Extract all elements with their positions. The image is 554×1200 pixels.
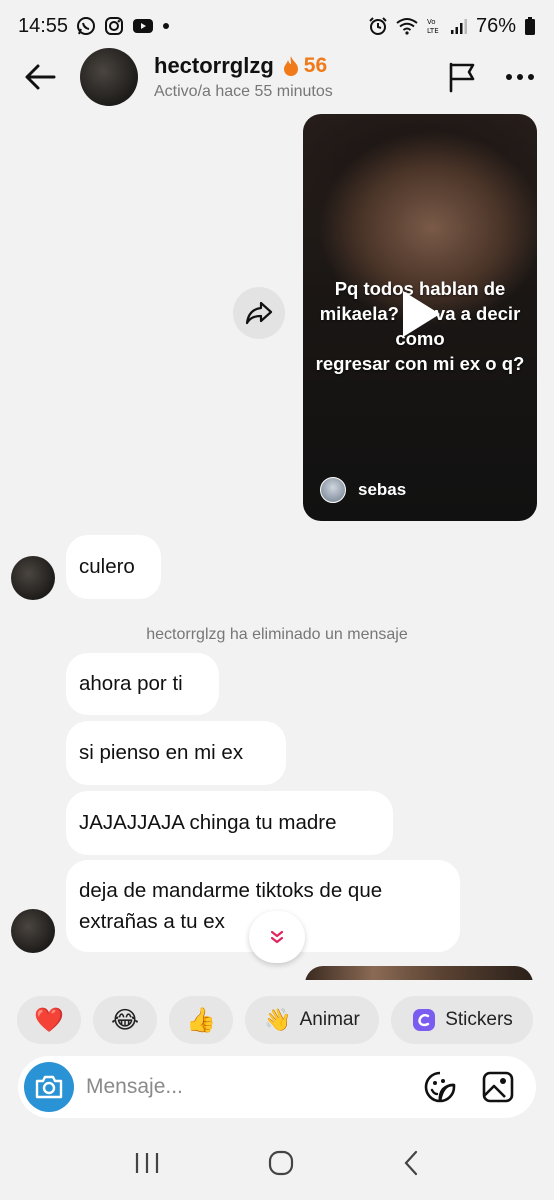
status-time: 14:55 [18, 14, 69, 37]
flag-icon [449, 62, 475, 93]
chat-header: hectorrglzg 56 Activo/a hace 55 minutos [0, 40, 554, 114]
system-nav-bar [0, 1130, 554, 1200]
svg-text:Vo: Vo [427, 18, 436, 26]
camera-icon [35, 1075, 63, 1099]
sticker-picker-button[interactable] [420, 1067, 460, 1107]
animar-label: Animar [299, 1009, 360, 1030]
battery-level: 76% [475, 14, 516, 37]
share-button[interactable] [233, 287, 285, 339]
message-text: culero [79, 555, 135, 578]
sender-avatar[interactable] [11, 909, 55, 953]
animar-button[interactable]: 👋 Animar [245, 996, 379, 1044]
back-arrow-icon [25, 64, 56, 90]
home-button[interactable] [268, 1150, 294, 1181]
whatsapp-icon [76, 16, 96, 36]
message-bubble[interactable]: si pienso en mi ex [66, 721, 286, 785]
wifi-icon [396, 17, 418, 35]
flame-icon [283, 56, 298, 76]
back-button[interactable] [14, 51, 66, 103]
reaction-thumbs-up-button[interactable]: 👍 [169, 996, 233, 1044]
chevron-left-icon [404, 1150, 418, 1175]
gallery-button[interactable] [478, 1067, 518, 1107]
message-bubble[interactable]: ahora por ti [66, 653, 219, 715]
system-note: hectorrglzg ha eliminado un mensaje [146, 626, 408, 643]
contact-username: hectorrglzg [154, 53, 274, 78]
activity-status: Activo/a hace 55 minutos [154, 83, 333, 100]
share-icon [245, 301, 273, 325]
signal-icon [450, 17, 468, 35]
message-composer [18, 1056, 536, 1118]
play-icon [403, 291, 440, 337]
media-preview[interactable] [305, 966, 533, 980]
report-button[interactable] [442, 57, 482, 97]
battery-icon [524, 16, 536, 36]
streak-badge: 56 [282, 54, 327, 78]
video-author: sebas [320, 477, 406, 503]
laughing-emoji: 😂 [110, 1006, 140, 1034]
message-bubble[interactable]: JAJAJJAJA chinga tu madre [66, 791, 393, 855]
thumbs-up-emoji: 👍 [186, 1006, 216, 1034]
message-bubble[interactable]: culero [66, 535, 161, 599]
recents-icon [135, 1152, 159, 1173]
volte-icon: Vo LTE [426, 16, 442, 36]
message-text: ahora por ti [79, 672, 183, 695]
recent-apps-button[interactable] [134, 1151, 160, 1180]
instagram-icon [104, 16, 124, 36]
home-icon [268, 1150, 294, 1175]
message-text: JAJAJJAJA chinga tu madre [79, 811, 337, 834]
chat-thread[interactable]: Pq todos hablan de mikaela? Me va a deci… [0, 114, 554, 980]
message-text: si pienso en mi ex [79, 741, 244, 764]
stickers-label: Stickers [445, 1009, 513, 1030]
alarm-icon [368, 16, 388, 36]
streak-count: 56 [303, 54, 328, 77]
reaction-laugh-button[interactable]: 😂 [93, 996, 157, 1044]
reaction-heart-button[interactable]: ❤️ [17, 996, 81, 1044]
contact-avatar[interactable] [80, 48, 138, 106]
system-back-button[interactable] [402, 1150, 420, 1181]
author-avatar [320, 477, 346, 503]
dot-icon [162, 22, 170, 30]
shared-video[interactable]: Pq todos hablan de mikaela? Me va a deci… [303, 114, 537, 521]
more-options-button[interactable] [500, 57, 540, 97]
message-input[interactable] [86, 1075, 420, 1099]
more-icon [506, 74, 534, 80]
quick-reactions: ❤️ 😂 👍 👋 Animar Stickers [17, 996, 533, 1044]
scroll-to-bottom-button[interactable] [249, 911, 305, 963]
camera-button[interactable] [24, 1062, 74, 1112]
wave-emoji: 👋 [264, 1007, 292, 1032]
sticker-face-icon [424, 1071, 456, 1103]
stickers-button[interactable]: Stickers [391, 996, 533, 1044]
sticker-icon [413, 1009, 436, 1031]
svg-text:LTE: LTE [427, 27, 439, 35]
chevron-double-down-icon [270, 930, 284, 944]
author-name: sebas [358, 480, 407, 499]
heart-emoji: ❤️ [34, 1006, 64, 1034]
youtube-icon [132, 17, 154, 35]
image-icon [482, 1071, 514, 1103]
sender-avatar[interactable] [11, 556, 55, 600]
contact-info[interactable]: hectorrglzg 56 Activo/a hace 55 minutos [154, 53, 333, 101]
